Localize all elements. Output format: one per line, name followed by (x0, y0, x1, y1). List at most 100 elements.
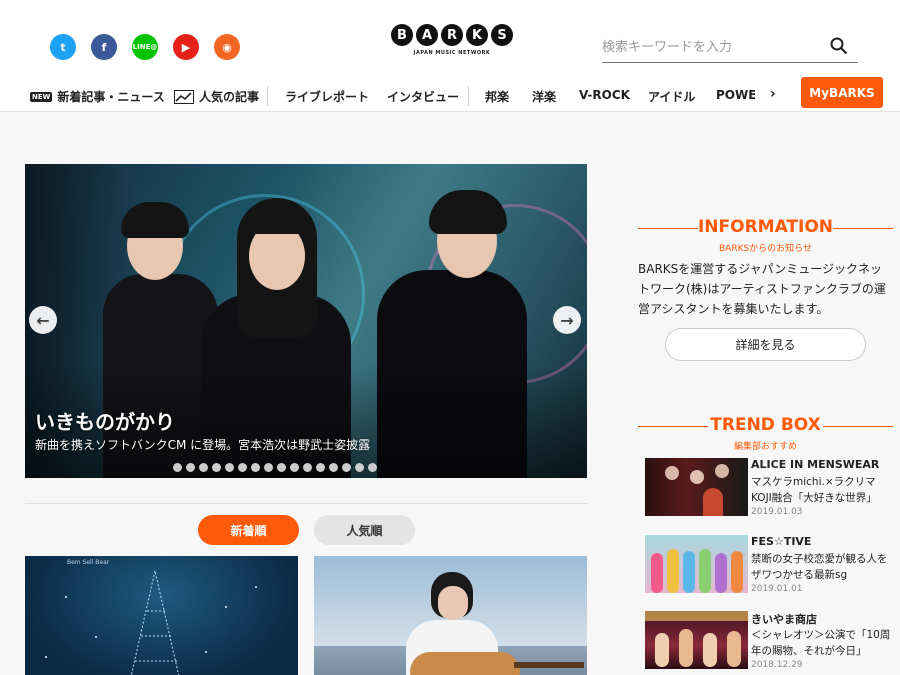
trend-box-subtitle: 編集部おすすめ (733, 442, 797, 452)
star (95, 636, 97, 638)
nav-item-popular[interactable]: 人気の記事 (174, 88, 259, 105)
nav-item-power[interactable]: POWER (716, 88, 755, 102)
christmas-tree-image (130, 570, 180, 675)
youtube-icon[interactable]: ▶ (173, 34, 199, 60)
main-nav: NEW 新着記事・ニュース 人気の記事 ライブレポート インタビュー 邦楽 洋楽… (0, 78, 900, 112)
article-card[interactable] (314, 556, 587, 675)
tab-popular[interactable]: 人気順 (314, 515, 415, 545)
trend-date: 2019.01.03 (751, 507, 803, 517)
star (255, 586, 257, 588)
site-header: t f LINE@ ▶ ◉ BARKS JAPAN MUSIC NETWORK … (0, 0, 900, 112)
tab-newest[interactable]: 新着順 (198, 515, 299, 545)
slider-dot[interactable] (264, 463, 273, 472)
star (225, 606, 227, 608)
trend-description: ＜シャレオツ＞公演で「10周年の賜物、それが今日」 (751, 629, 891, 657)
slider-dot[interactable] (329, 463, 338, 472)
trend-item[interactable]: きいやま商店 ＜シャレオツ＞公演で「10周年の賜物、それが今日」 2018.12… (645, 611, 895, 671)
information-text: BARKSを運営するジャパンミュージックネットワーク(株)はアーティストファンク… (638, 262, 886, 316)
slider-dot[interactable] (316, 463, 325, 472)
heading-rule (638, 228, 698, 229)
nav-item-live-report[interactable]: ライブレポート (285, 88, 369, 105)
nav-next-arrow-icon[interactable]: › (770, 86, 776, 102)
guitar-image (410, 652, 520, 675)
slider-dot[interactable] (290, 463, 299, 472)
trend-box-heading: TREND BOX 編集部おすすめ (638, 415, 893, 452)
nav-item-jpop[interactable]: 邦楽 (485, 88, 509, 105)
slider-next-arrow-icon[interactable]: → (553, 306, 581, 334)
slider-dot[interactable] (277, 463, 286, 472)
trend-date: 2019.01.01 (751, 584, 803, 594)
artist-hair (121, 202, 189, 238)
slider-dots (173, 463, 377, 472)
trend-box-title: TREND BOX (710, 415, 821, 435)
slider-dot[interactable] (342, 463, 351, 472)
site-logo[interactable]: BARKS JAPAN MUSIC NETWORK (382, 24, 522, 56)
logo-subtitle: JAPAN MUSIC NETWORK (413, 50, 491, 56)
slider-prev-arrow-icon[interactable]: ← (29, 306, 57, 334)
nav-divider (468, 86, 469, 106)
trend-title: FES☆TIVE (751, 535, 812, 548)
article-card[interactable]: Bem Sell Bear (25, 556, 298, 675)
guitar-neck (514, 662, 584, 668)
slider-dot[interactable] (186, 463, 195, 472)
heading-rule (823, 426, 893, 427)
trend-date: 2018.12.29 (751, 660, 803, 670)
slider-dot[interactable] (251, 463, 260, 472)
nav-item-interview[interactable]: インタビュー (387, 88, 459, 105)
information-subtitle: BARKSからのお知らせ (718, 244, 813, 254)
nav-item-label: 新着記事・ニュース (57, 90, 165, 104)
star (205, 651, 207, 653)
nav-item-news[interactable]: NEW 新着記事・ニュース (30, 88, 165, 105)
trend-title: きいやま商店 (751, 613, 817, 626)
logo-letter: B (391, 24, 413, 46)
nav-item-label: 人気の記事 (199, 90, 260, 104)
artist-hair (429, 190, 507, 234)
details-button[interactable]: 詳細を見る (665, 328, 866, 361)
trend-item[interactable]: ALICE IN MENSWEAR マスケラmichi.×ラクリマKOJI融合「… (645, 458, 895, 518)
trend-item[interactable]: FES☆TIVE 禁断の女子校恋愛が観る人をザワつかせる最新sg 2019.01… (645, 535, 895, 595)
artist-face (438, 586, 468, 620)
slider-dot[interactable] (238, 463, 247, 472)
trend-thumbnail (645, 611, 748, 669)
star (65, 596, 67, 598)
facebook-icon[interactable]: f (91, 34, 117, 60)
logo-letter: A (416, 24, 438, 46)
logo-letter: K (466, 24, 488, 46)
hero-slider[interactable]: ← → いきものがかり 新曲を携えソフトバンクCM に登場。宮本浩次は野武士姿披… (25, 164, 587, 478)
section-divider (25, 503, 587, 504)
trend-description: マスケラmichi.×ラクリマKOJI融合「大好きな世界」 (751, 476, 877, 504)
trend-title: ALICE IN MENSWEAR (751, 458, 880, 471)
logo-letters: BARKS (382, 24, 522, 46)
rss-icon[interactable]: ◉ (214, 34, 240, 60)
nav-item-western[interactable]: 洋楽 (532, 88, 556, 105)
trend-thumbnail (645, 535, 748, 593)
star (45, 656, 47, 658)
nav-divider (267, 86, 268, 106)
nav-item-vrock[interactable]: V-ROCK (579, 88, 630, 102)
slider-dot[interactable] (303, 463, 312, 472)
hero-subtitle[interactable]: 新曲を携えソフトバンクCM に登場。宮本浩次は野武士姿披露 (35, 436, 370, 453)
slider-dot[interactable] (368, 463, 377, 472)
slider-dot[interactable] (225, 463, 234, 472)
slider-dot[interactable] (355, 463, 364, 472)
line-icon[interactable]: LINE@ (132, 34, 158, 60)
social-links: t f LINE@ ▶ ◉ (50, 34, 240, 60)
slider-dot[interactable] (212, 463, 221, 472)
information-title: INFORMATION (697, 217, 834, 237)
slider-dot[interactable] (173, 463, 182, 472)
nav-item-idol[interactable]: アイドル (648, 88, 695, 105)
logo-letter: R (441, 24, 463, 46)
search-box (602, 33, 858, 63)
trend-description: 禁断の女子校恋愛が観る人をザワつかせる最新sg (751, 553, 888, 581)
trend-chart-icon (174, 89, 194, 104)
search-input[interactable] (602, 33, 822, 61)
hero-title[interactable]: いきものがかり (35, 406, 175, 435)
slider-dot[interactable] (199, 463, 208, 472)
search-icon[interactable] (830, 37, 848, 55)
information-heading: INFORMATION BARKSからのお知らせ (638, 217, 893, 254)
card-caption: Bem Sell Bear (67, 559, 110, 566)
twitter-icon[interactable]: t (50, 34, 76, 60)
logo-letter: S (491, 24, 513, 46)
mybarks-button[interactable]: MyBARKS (801, 77, 883, 108)
heading-rule (638, 426, 708, 427)
